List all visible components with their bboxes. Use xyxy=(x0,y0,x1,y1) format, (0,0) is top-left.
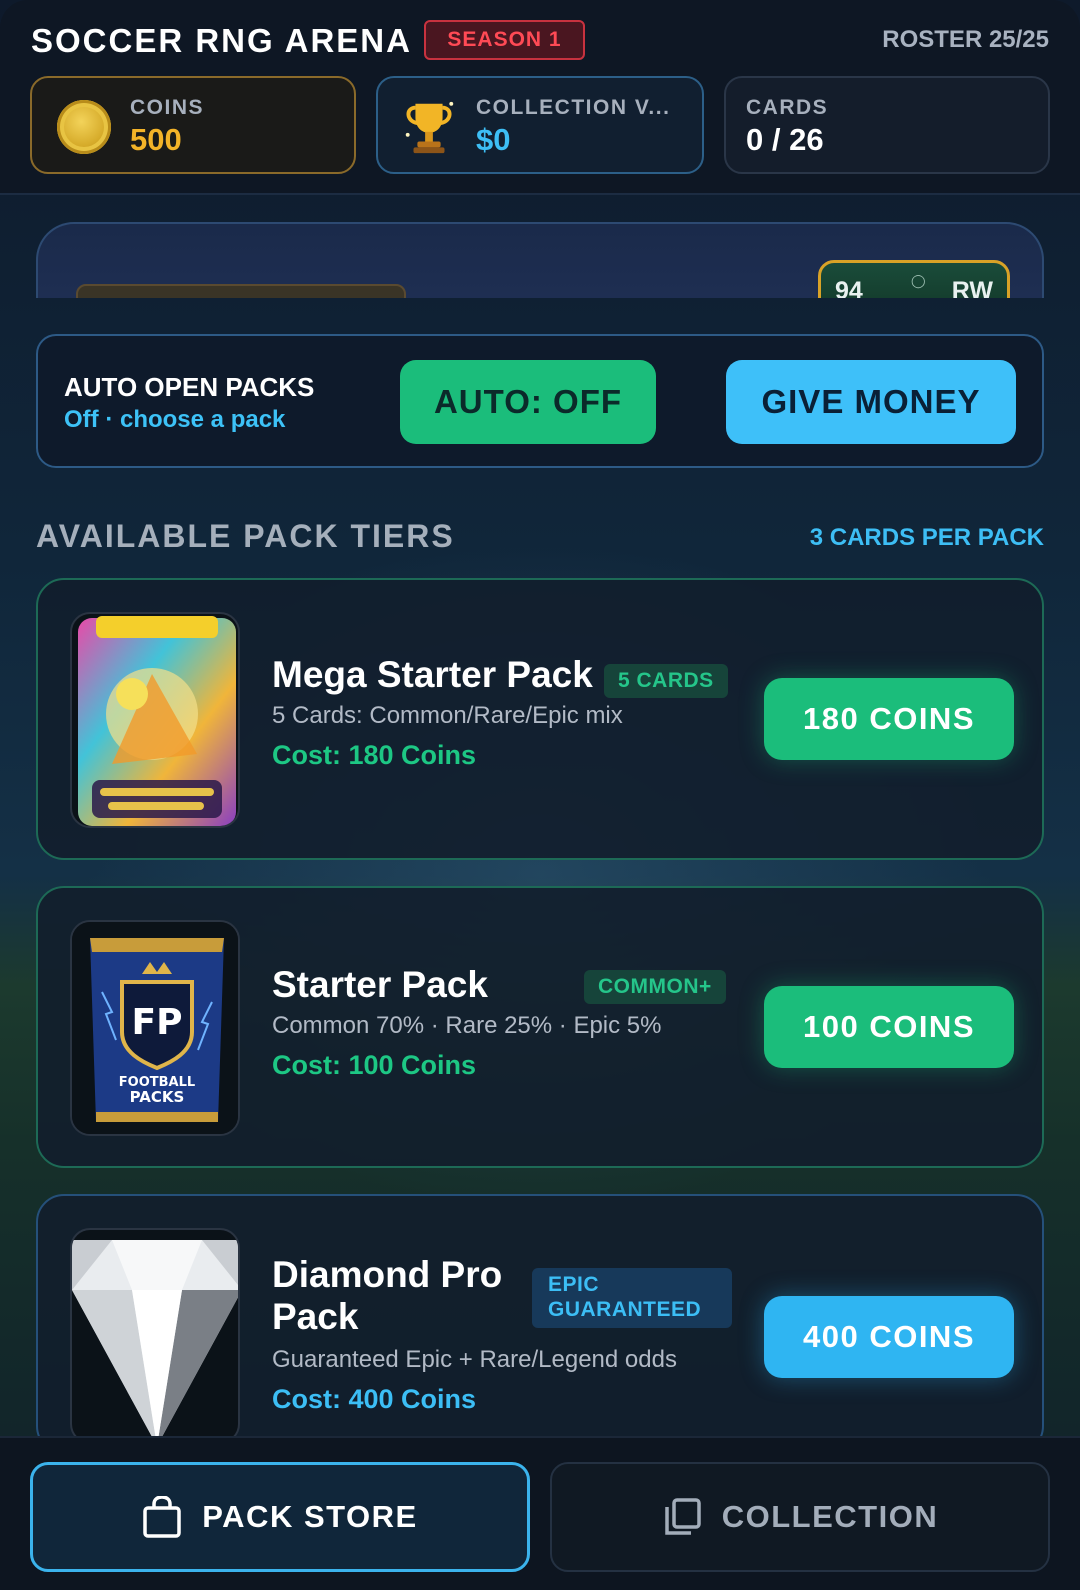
auto-open-status: Off · choose a pack xyxy=(64,406,286,433)
pack-tag: COMMON+ xyxy=(584,970,726,1004)
coin-icon xyxy=(57,100,111,154)
cards-stack-icon xyxy=(665,1498,701,1535)
collection-value-label: COLLECTION V... xyxy=(476,96,671,119)
bottom-nav: PACK STORE COLLECTION xyxy=(0,1436,1080,1590)
pack-name: Diamond Pro Pack xyxy=(272,1254,503,1337)
header: SOCCER RNG ARENA SEASON 1 ROSTER 25/25 C… xyxy=(0,0,1080,195)
cards-value: 0 / 26 xyxy=(746,122,824,157)
cards-stat: CARDS 0 / 26 xyxy=(724,76,1050,174)
pack-tag: 5 CARDS xyxy=(604,664,728,698)
pack-name: Mega Starter Pack xyxy=(272,654,593,695)
card-rating: 94 xyxy=(835,277,863,298)
collection-value: $0 xyxy=(476,122,511,157)
card-emblem-icon: ◯ xyxy=(911,273,926,288)
pack-description: Guaranteed Epic + Rare/Legend odds xyxy=(272,1346,677,1373)
football-packs-art-icon: FP FOOTBALL PACKS xyxy=(72,922,238,1134)
pack-cost: Cost: 100 Coins xyxy=(272,1050,477,1080)
pack-art-image xyxy=(70,1228,240,1444)
diamond-icon xyxy=(72,1240,238,1442)
nav-collection-label: COLLECTION xyxy=(721,1499,939,1534)
section-title: AVAILABLE PACK TIERS xyxy=(36,518,455,554)
pack-card-diamond-pro[interactable]: Diamond Pro Pack EPIC GUARANTEED Guarant… xyxy=(36,1194,1044,1454)
season-badge: SEASON 1 xyxy=(424,20,585,60)
coins-value: 500 xyxy=(130,122,182,157)
svg-text:PACKS: PACKS xyxy=(130,1088,185,1106)
player-card-preview[interactable]: 94 ◯ RW xyxy=(818,260,1010,298)
buy-diamond-pro-button[interactable]: 400 COINS xyxy=(764,1296,1014,1378)
auto-open-panel: AUTO OPEN PACKS Off · choose a pack AUTO… xyxy=(36,334,1044,468)
app-title: SOCCER RNG ARENA xyxy=(31,22,412,59)
coins-stat: COINS 500 xyxy=(30,76,356,174)
app-root: SOCCER RNG ARENA SEASON 1 ROSTER 25/25 C… xyxy=(0,0,1080,1590)
coins-label: COINS xyxy=(130,96,205,119)
auto-toggle-button[interactable]: AUTO: OFF xyxy=(400,360,656,444)
cards-label: CARDS xyxy=(746,96,829,119)
banner-slot xyxy=(76,284,406,298)
give-money-button[interactable]: GIVE MONEY xyxy=(726,360,1016,444)
pack-art-image: FP FOOTBALL PACKS xyxy=(70,920,240,1136)
pack-art-image xyxy=(70,612,240,828)
trophy-icon xyxy=(405,101,454,154)
pack-card-starter[interactable]: FP FOOTBALL PACKS Starter Pack COMMON+ C… xyxy=(36,886,1044,1168)
roster-count: ROSTER 25/25 xyxy=(882,26,1049,53)
pack-tag: EPIC GUARANTEED xyxy=(532,1268,732,1328)
nav-pack-store-label: PACK STORE xyxy=(202,1499,418,1534)
shopping-bag-icon xyxy=(143,1496,182,1538)
card-position: RW xyxy=(951,277,993,298)
pack-name: Starter Pack xyxy=(272,964,488,1005)
buy-starter-button[interactable]: 100 COINS xyxy=(764,986,1014,1068)
svg-text:FP: FP xyxy=(132,1002,183,1043)
cards-per-pack-note: 3 CARDS PER PACK xyxy=(809,524,1044,551)
nav-pack-store[interactable]: PACK STORE xyxy=(30,1462,530,1572)
nav-collection[interactable]: COLLECTION xyxy=(550,1462,1050,1572)
pack-cost: Cost: 180 Coins xyxy=(272,740,477,770)
auto-open-title: AUTO OPEN PACKS xyxy=(64,372,315,402)
buy-mega-starter-button[interactable]: 180 COINS xyxy=(764,678,1014,760)
pack-card-mega-starter[interactable]: Mega Starter Pack 5 CARDS 5 Cards: Commo… xyxy=(36,578,1044,860)
pack-description: Common 70% · Rare 25% · Epic 5% xyxy=(272,1012,662,1039)
pack-cost: Cost: 400 Coins xyxy=(272,1384,477,1414)
collection-value-stat: COLLECTION V... $0 xyxy=(376,76,704,174)
pokemon-pack-art-icon xyxy=(78,616,236,826)
featured-banner: 94 ◯ RW xyxy=(36,222,1044,298)
pack-description: 5 Cards: Common/Rare/Epic mix xyxy=(272,702,623,729)
